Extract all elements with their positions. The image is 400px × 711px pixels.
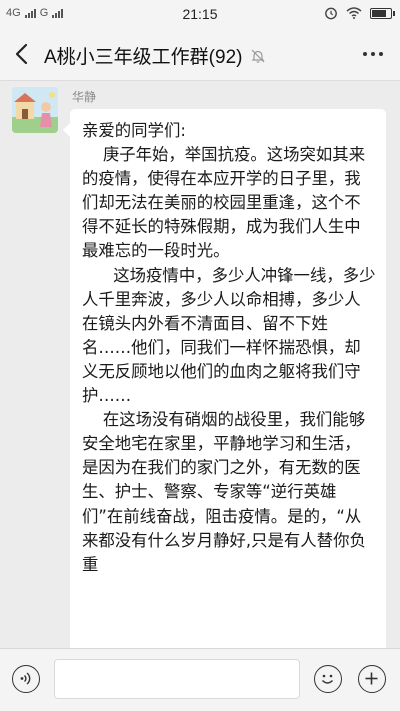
chat-area[interactable]: 华静 亲爱的同学们: 庚子年始，举国抗疫。这场突如其来的疫情，使得在本应开学的日…: [0, 81, 400, 648]
status-right: [324, 6, 395, 20]
back-button[interactable]: [8, 38, 38, 70]
more-dot: [363, 52, 367, 56]
battery-level: [372, 9, 386, 17]
message-bubble[interactable]: 亲爱的同学们: 庚子年始，举国抗疫。这场突如其来的疫情，使得在本应开学的日子里，…: [63, 109, 386, 648]
more-button[interactable]: [358, 40, 388, 68]
message-paragraph: 庚子年始，举国抗疫。这场突如其来的疫情，使得在本应开学的日子里，我们却无法在美丽…: [82, 145, 366, 261]
emoji-button[interactable]: [314, 665, 342, 693]
alarm-icon: [325, 7, 337, 20]
message-paragraph: 这场疫情中，多少人冲锋一线，多少人千里奔波，多少人以命相搏，多少人在镜头内外看不…: [82, 265, 376, 406]
avatar[interactable]: [12, 87, 58, 133]
voice-button[interactable]: [12, 665, 40, 693]
chat-title: A桃小三年级工作群(92): [44, 47, 243, 68]
back-arrow-icon: [15, 43, 28, 65]
more-dot: [379, 52, 383, 56]
sender-name: 华静: [72, 90, 97, 104]
chat-header: A桃小三年级工作群(92): [0, 28, 400, 81]
status-bar: 4G G 21:15: [0, 0, 400, 28]
more-dot: [371, 52, 375, 56]
plus-icon: [365, 672, 378, 685]
emoji-icon: [321, 674, 334, 684]
battery-icon: [370, 7, 395, 19]
message-input[interactable]: [54, 659, 300, 699]
message-paragraph: 亲爱的同学们:: [82, 121, 186, 140]
title-group: A桃小三年级工作群(92): [44, 42, 266, 69]
voice-icon: [20, 672, 31, 685]
avatar-image: [12, 87, 58, 133]
message-paragraph: 在这场没有硝烟的战役里，我们能够安全地宅在家里，平静地学习和生活，是因为在我们的…: [82, 410, 366, 574]
plus-button[interactable]: [358, 665, 386, 693]
wifi-icon: [346, 7, 362, 19]
mute-bell-icon: [252, 49, 265, 63]
input-bar: [0, 648, 400, 711]
